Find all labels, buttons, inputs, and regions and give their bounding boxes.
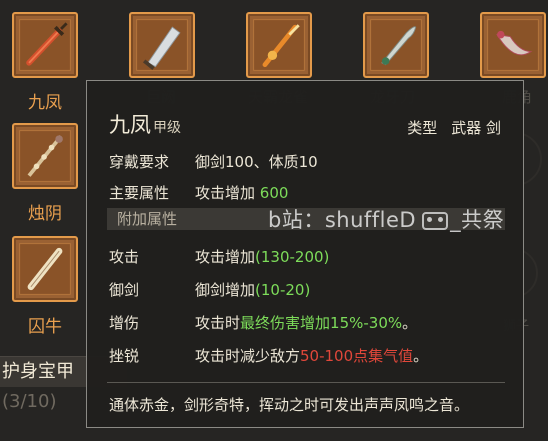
main-attribute-row: 主要属性 攻击增加 600 [109, 184, 289, 202]
item-tooltip: 九凤 甲级 类型 武器 剑 穿戴要求 御剑100、体质10 主要属性 攻击增加 600 … [86, 80, 524, 428]
slot-label-jiufeng: 九凤 [28, 93, 62, 113]
item-name: 九凤 甲级 [109, 113, 181, 137]
extra-yujian-row: 御剑 御剑增加(10-20) [109, 281, 311, 299]
bilibili-icon [422, 212, 449, 230]
zengshang-row: 增伤 攻击时最终伤害增加15%-30%。 [109, 314, 418, 332]
watermark: b站：shuffleD _共祭 [268, 208, 505, 232]
item-description: 通体赤金，剑形奇特，挥动之时可发出声声凤鸣之音。 [109, 396, 470, 414]
bone-staff-icon [19, 130, 71, 182]
bone-flute-icon [19, 243, 71, 295]
weapon-slot-5[interactable] [480, 12, 546, 78]
weapon-slot-3[interactable] [246, 12, 312, 78]
divider [107, 382, 505, 383]
crescent-blade-icon [487, 19, 539, 71]
weapon-slot-qiuniu[interactable] [12, 236, 78, 302]
cuorui-row: 挫锐 攻击时减少敌方50-100点集气值。 [109, 347, 429, 365]
weapon-slot-zhuyin[interactable] [12, 123, 78, 189]
weapon-slot-4[interactable] [363, 12, 429, 78]
golden-spear-icon [253, 19, 305, 71]
slot-label-zhuyin: 烛阴 [28, 204, 62, 224]
slot-label-qiuniu: 囚牛 [28, 317, 62, 337]
requirement-row: 穿戴要求 御剑100、体质10 [109, 153, 318, 171]
weapon-slot-2[interactable] [129, 12, 195, 78]
item-grade: 甲级 [153, 120, 181, 136]
extra-attack-row: 攻击 攻击增加(130-200) [109, 248, 330, 266]
silver-broadsword-icon [136, 19, 188, 71]
curved-blade-icon [370, 19, 422, 71]
red-sword-icon [19, 19, 71, 71]
weapon-slot-jiufeng[interactable] [12, 12, 78, 78]
item-type: 类型 武器 剑 [407, 119, 501, 137]
